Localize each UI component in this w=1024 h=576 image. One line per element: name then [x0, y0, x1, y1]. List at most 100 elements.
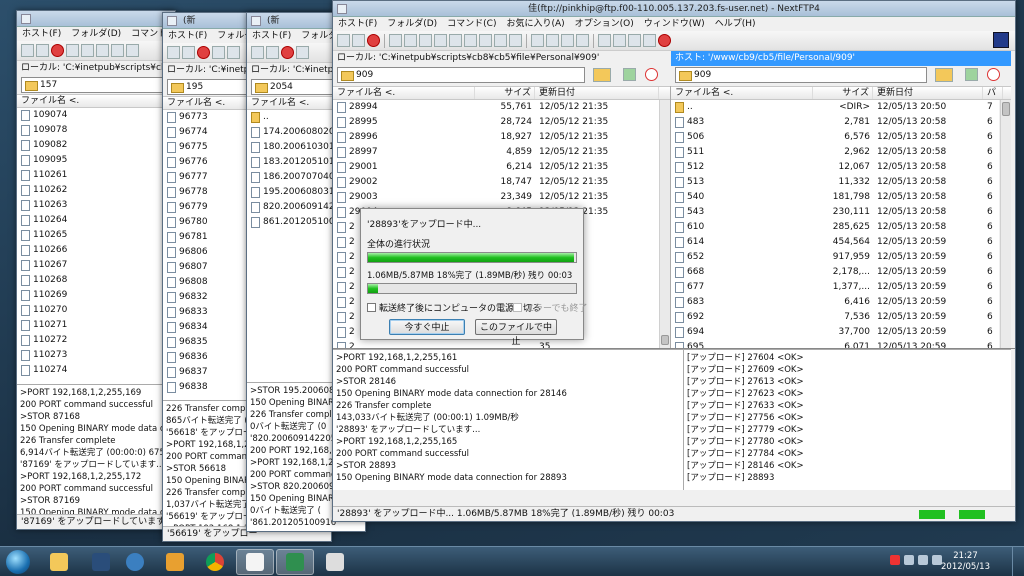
file-row[interactable]: 109095 — [17, 153, 175, 168]
adobe-icon[interactable] — [890, 555, 900, 565]
view-icon[interactable] — [643, 34, 656, 47]
ftp-window-1[interactable]: ホスト(F)フォルダ(D)コマンド(C) ローカル: 'C:¥inetpub¥s… — [16, 10, 176, 530]
settings-icon[interactable] — [296, 46, 309, 59]
stop-icon[interactable] — [281, 46, 294, 59]
upload-icon[interactable] — [81, 44, 94, 57]
column-name[interactable]: ファイル名 <. — [671, 87, 813, 99]
properties-icon[interactable] — [509, 34, 522, 47]
refresh-icon[interactable] — [111, 44, 124, 57]
file-row[interactable]: 28996 18,927 12/05/12 21:35 — [333, 130, 659, 145]
command-log[interactable]: >PORT 192,168,1,2,255,161 200 PORT comman… — [333, 349, 683, 490]
taskbar-notepad[interactable] — [236, 549, 274, 575]
settings-icon[interactable] — [212, 46, 225, 59]
menu-host[interactable]: ホスト(F) — [17, 29, 66, 39]
upload-progress-dialog[interactable]: '28893'をアップロード中... 全体の進行状況 1.06MB/5.87MB… — [360, 208, 587, 346]
column-date[interactable]: 更新日付 — [535, 87, 659, 99]
file-row[interactable]: 695 6,071 12/05/13 20:59 6 — [671, 340, 999, 348]
stop-icon[interactable] — [197, 46, 210, 59]
file-row[interactable]: 29003 23,349 12/05/12 21:35 — [333, 190, 659, 205]
stop-now-button[interactable]: 今すぐ中止 — [389, 319, 465, 335]
clock[interactable]: 21:27 2012/05/13 — [941, 551, 990, 573]
stop-after-file-button[interactable]: このファイルで中止 — [475, 319, 557, 346]
connect-icon[interactable] — [21, 44, 34, 57]
taskbar-media[interactable] — [116, 549, 154, 575]
folder-up-icon[interactable] — [623, 68, 636, 81]
local-folder-select[interactable]: 157 — [21, 77, 171, 93]
file-row[interactable]: 110263 — [17, 198, 175, 213]
stop-icon[interactable] — [51, 44, 64, 57]
file-row[interactable]: 513 11,332 12/05/13 20:58 6 — [671, 175, 999, 190]
menu-folder[interactable]: フォルダ(D) — [66, 29, 126, 39]
host-file-list[interactable]: .. <DIR> 12/05/13 20:50 7 483 2,781 12/05/13 2… — [671, 100, 999, 348]
file-row[interactable]: 2 35 — [333, 340, 659, 348]
taskbar-explorer[interactable] — [40, 549, 78, 575]
upload-icon[interactable] — [404, 34, 417, 47]
file-row[interactable]: 692 7,536 12/05/13 20:59 6 — [671, 310, 999, 325]
file-row[interactable]: 29002 18,747 12/05/12 21:35 — [333, 175, 659, 190]
file-row[interactable]: 110267 — [17, 258, 175, 273]
file-row[interactable]: 511 2,962 12/05/13 20:58 6 — [671, 145, 999, 160]
column-date[interactable]: 更新日付 — [873, 87, 983, 99]
taskbar-player[interactable] — [156, 549, 194, 575]
settings-icon[interactable] — [66, 44, 79, 57]
file-row[interactable]: 506 6,576 12/05/13 20:58 6 — [671, 130, 999, 145]
file-row[interactable]: 540 181,798 12/05/13 20:58 6 — [671, 190, 999, 205]
folder-open-icon[interactable] — [935, 68, 953, 82]
cut-icon[interactable] — [598, 34, 611, 47]
file-row[interactable]: 110270 — [17, 303, 175, 318]
file-row[interactable]: 483 2,781 12/05/13 20:58 6 — [671, 115, 999, 130]
settings-icon[interactable] — [389, 34, 402, 47]
column-permission[interactable]: パ — [983, 87, 1003, 99]
column-name[interactable]: ファイル名 <. — [17, 95, 167, 107]
file-row[interactable]: 110273 — [17, 348, 175, 363]
paste-icon[interactable] — [449, 34, 462, 47]
show-desktop-button[interactable] — [1012, 547, 1024, 576]
column-name[interactable]: ファイル名 <. — [333, 87, 475, 99]
file-row[interactable]: 110264 — [17, 213, 175, 228]
reload-icon[interactable] — [987, 68, 1000, 81]
menu-command[interactable]: コマンド(C) — [442, 19, 501, 29]
file-row[interactable]: 109082 — [17, 138, 175, 153]
file-row[interactable]: 614 454,564 12/05/13 20:59 6 — [671, 235, 999, 250]
menu-host[interactable]: ホスト(F) — [247, 31, 296, 41]
network-icon[interactable] — [918, 555, 928, 565]
file-row[interactable]: 110268 — [17, 273, 175, 288]
menu-help[interactable]: ヘルプ(H) — [710, 19, 761, 29]
file-row[interactable]: 683 6,416 12/05/13 20:59 6 — [671, 295, 999, 310]
menu-host[interactable]: ホスト(F) — [163, 31, 212, 41]
connect-icon[interactable] — [251, 46, 264, 59]
connect-icon[interactable] — [167, 46, 180, 59]
checkbox-box[interactable] — [513, 303, 522, 312]
error-exit-checkbox[interactable]: エラーでも終了 — [513, 301, 587, 314]
file-row[interactable]: .. <DIR> 12/05/13 20:50 7 — [671, 100, 999, 115]
file-row[interactable]: 28995 28,724 12/05/12 21:35 — [333, 115, 659, 130]
mirror-icon[interactable] — [576, 34, 589, 47]
file-list[interactable]: 109074 109078 109082 109095 110261 110262 1102… — [17, 108, 175, 384]
file-row[interactable]: 110262 — [17, 183, 175, 198]
file-row[interactable]: 110266 — [17, 243, 175, 258]
file-row[interactable]: 610 285,625 12/05/13 20:58 6 — [671, 220, 999, 235]
delete-icon[interactable] — [479, 34, 492, 47]
menu-options[interactable]: オプション(O) — [570, 19, 639, 29]
file-row[interactable]: 694 37,700 12/05/13 20:59 6 — [671, 325, 999, 340]
file-row[interactable]: 110274 — [17, 363, 175, 378]
download-icon[interactable] — [96, 44, 109, 57]
disconnect-icon[interactable] — [266, 46, 279, 59]
rename-icon[interactable] — [464, 34, 477, 47]
file-row[interactable]: 110271 — [17, 318, 175, 333]
download-icon[interactable] — [419, 34, 432, 47]
log-pane[interactable]: >PORT 192,168,1,2,255,169 200 PORT comman… — [17, 384, 175, 524]
menu-favorites[interactable]: お気に入り(A) — [501, 19, 569, 29]
file-row[interactable]: 28997 4,859 12/05/12 21:35 — [333, 145, 659, 160]
transfer-log[interactable]: [アップロード] 27604 <OK> [アップロード] 27609 <OK> [ア… — [683, 349, 1011, 490]
disconnect-icon[interactable] — [182, 46, 195, 59]
taskbar-nextftp[interactable] — [276, 549, 314, 575]
local-scrollbar[interactable] — [659, 100, 670, 348]
upload-icon[interactable] — [227, 46, 240, 59]
host-folder-select[interactable]: 909 — [675, 67, 927, 83]
folder-up-icon[interactable] — [965, 68, 978, 81]
link-icon[interactable] — [613, 34, 626, 47]
menu-folder[interactable]: フォルダ(D) — [382, 19, 442, 29]
file-row[interactable]: 677 1,377,... 12/05/13 20:59 6 — [671, 280, 999, 295]
copy-icon[interactable] — [434, 34, 447, 47]
